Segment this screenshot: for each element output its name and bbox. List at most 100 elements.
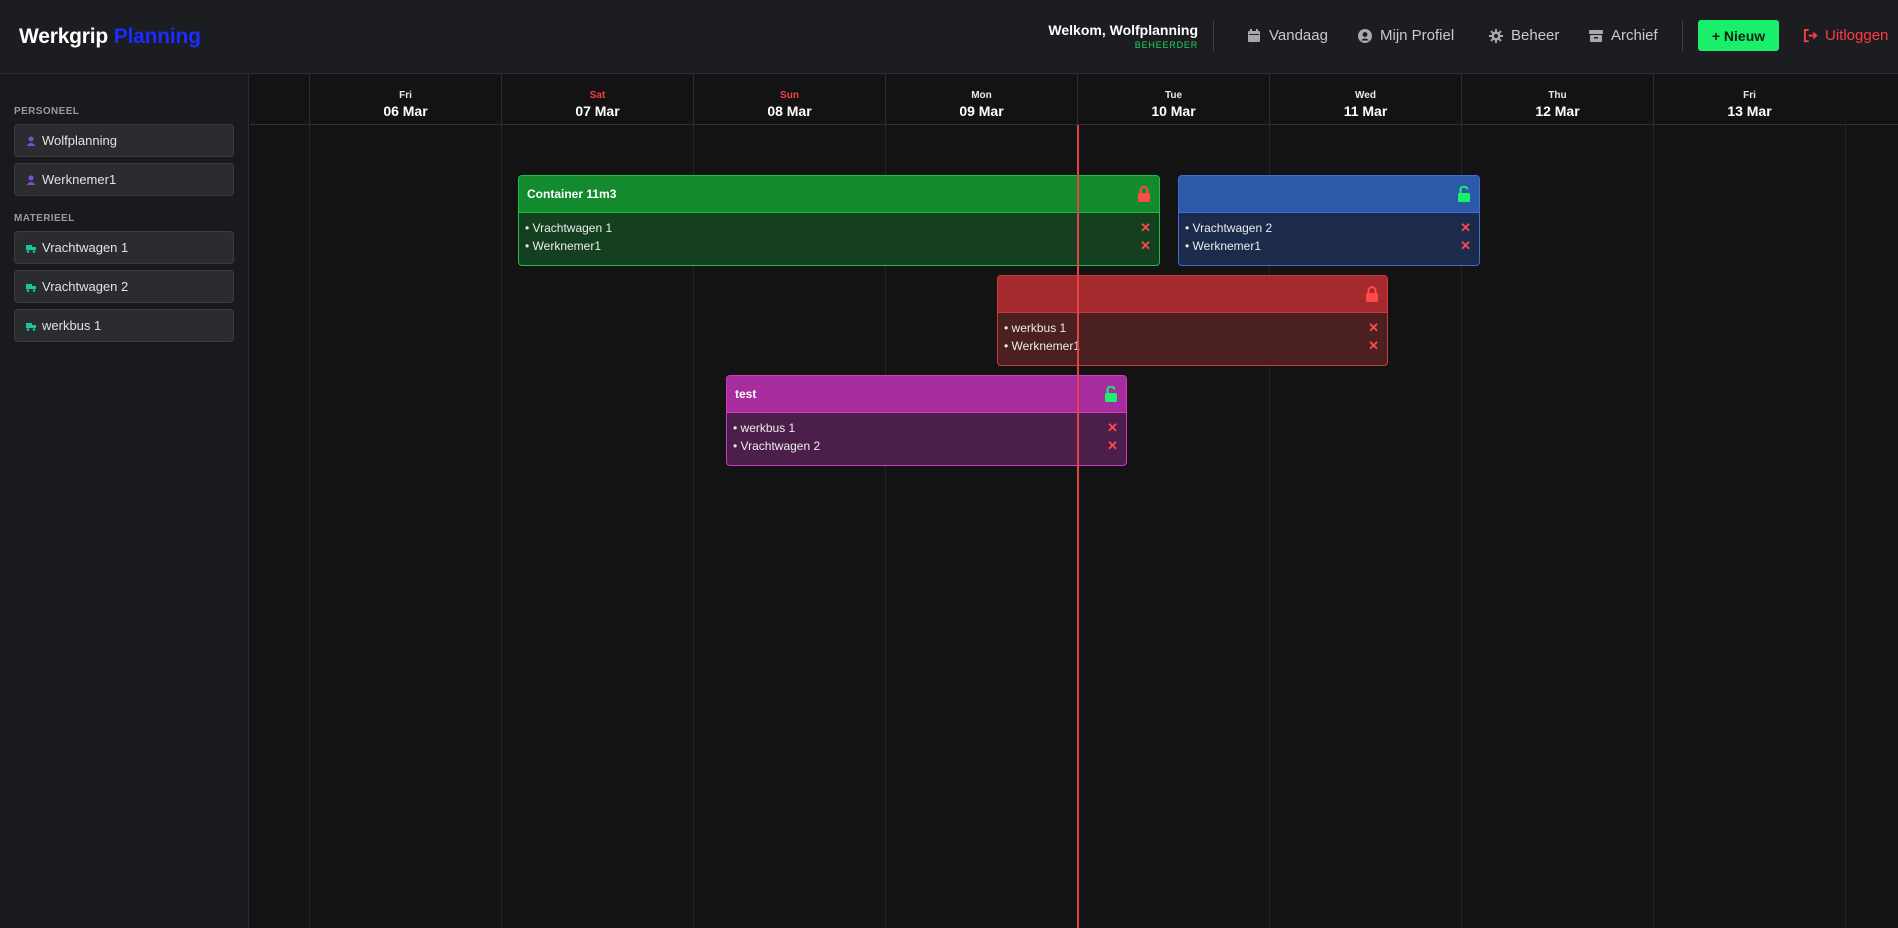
- sidebar-item-label: werkbus 1: [42, 318, 102, 333]
- personnel-title: PERSONEEL: [14, 106, 80, 117]
- sidebar-item-label: Werknemer1: [42, 172, 117, 187]
- event-card[interactable]: Container 11m3 • Vrachtwagen 1 ✕ • Werkn…: [518, 175, 1160, 266]
- event-item-label: • Werknemer1: [1004, 339, 1081, 353]
- sidebar-item-werknemer1[interactable]: Werknemer1: [14, 163, 234, 196]
- event-header[interactable]: test: [727, 376, 1126, 413]
- header-divider: [1682, 20, 1683, 52]
- event-item-label: • Vrachtwagen 2: [733, 439, 821, 453]
- nav-today-label: Vandaag: [1269, 27, 1328, 44]
- header-divider-line: [250, 124, 1898, 125]
- nav-today[interactable]: Vandaag: [1247, 27, 1328, 44]
- day-name: Sat: [589, 90, 606, 101]
- logout-button[interactable]: Uitloggen: [1803, 27, 1888, 44]
- sidebar-item-vrachtwagen-2[interactable]: Vrachtwagen 2: [14, 270, 234, 303]
- event-body: • werkbus 1 ✕ • Werknemer1 ✕: [998, 313, 1387, 355]
- day-column-line: [309, 125, 310, 928]
- remove-icon[interactable]: ✕: [1140, 238, 1151, 254]
- nav-profile[interactable]: Mijn Profiel: [1358, 27, 1454, 44]
- role-badge: BEHEERDER: [1134, 40, 1198, 50]
- event-item: • werkbus 1 ✕: [727, 419, 1126, 437]
- event-item: • Werknemer1 ✕: [519, 237, 1159, 255]
- lock-icon[interactable]: [1137, 186, 1151, 202]
- event-item: • Vrachtwagen 1 ✕: [519, 219, 1159, 237]
- day-date: 07 Mar: [575, 103, 620, 119]
- event-item-label: • Werknemer1: [1185, 239, 1262, 253]
- day-date: 11 Mar: [1343, 103, 1388, 119]
- event-card[interactable]: test • werkbus 1 ✕ • Vrachtwagen 2 ✕: [726, 375, 1127, 466]
- material-title: MATERIEEL: [14, 213, 75, 224]
- remove-icon[interactable]: ✕: [1368, 320, 1379, 336]
- remove-icon[interactable]: ✕: [1368, 338, 1379, 354]
- resource-sidebar: PERSONEEL Wolfplanning Werknemer1 MATERI…: [0, 74, 249, 928]
- nav-profile-label: Mijn Profiel: [1380, 27, 1455, 44]
- brand-main: Werkgrip: [19, 25, 109, 48]
- event-header[interactable]: Container 11m3: [519, 176, 1159, 213]
- event-header[interactable]: [1179, 176, 1479, 213]
- remove-icon[interactable]: ✕: [1460, 220, 1471, 236]
- day-header[interactable]: Sat 07 Mar: [501, 74, 693, 125]
- gear-icon: [1489, 28, 1503, 43]
- sidebar-item-wolfplanning[interactable]: Wolfplanning: [14, 124, 234, 157]
- event-item-label: • Vrachtwagen 2: [1185, 221, 1273, 235]
- remove-icon[interactable]: ✕: [1107, 438, 1118, 454]
- nav-admin[interactable]: Beheer: [1489, 27, 1559, 44]
- nav-archive-label: Archief: [1611, 27, 1658, 44]
- sidebar-item-label: Vrachtwagen 2: [42, 279, 129, 294]
- remove-icon[interactable]: ✕: [1140, 220, 1151, 236]
- welcome-block: Welkom, Wolfplanning BEHEERDER: [1048, 22, 1198, 50]
- day-header[interactable]: Fri 13 Mar: [1653, 74, 1845, 125]
- day-header[interactable]: Wed 11 Mar: [1269, 74, 1461, 125]
- user-icon: [26, 175, 36, 185]
- day-date: 10 Mar: [1151, 103, 1196, 119]
- unlock-icon[interactable]: [1457, 186, 1471, 202]
- day-column-line: [1845, 125, 1846, 928]
- brand-logo[interactable]: Werkgrip Planning: [19, 25, 201, 49]
- event-card[interactable]: • Vrachtwagen 2 ✕ • Werknemer1 ✕: [1178, 175, 1480, 266]
- day-column-line: [501, 125, 502, 928]
- nav-archive[interactable]: Archief: [1589, 27, 1658, 44]
- event-item: • Werknemer1 ✕: [998, 337, 1387, 355]
- event-item-label: • werkbus 1: [733, 421, 796, 435]
- day-header[interactable]: Tue 10 Mar: [1077, 74, 1269, 125]
- user-circle-icon: [1358, 28, 1372, 43]
- event-item-label: • werkbus 1: [1004, 321, 1067, 335]
- event-body: • werkbus 1 ✕ • Vrachtwagen 2 ✕: [727, 413, 1126, 455]
- day-header[interactable]: Sun 08 Mar: [693, 74, 885, 125]
- event-body: • Vrachtwagen 1 ✕ • Werknemer1 ✕: [519, 213, 1159, 255]
- event-title: Container 11m3: [527, 187, 617, 201]
- truck-icon: [26, 283, 36, 292]
- event-item: • Vrachtwagen 2 ✕: [1179, 219, 1479, 237]
- archive-icon: [1589, 29, 1603, 42]
- truck-icon: [26, 322, 36, 331]
- event-item-label: • Vrachtwagen 1: [525, 221, 613, 235]
- remove-icon[interactable]: ✕: [1107, 420, 1118, 436]
- calendar-icon: [1248, 28, 1260, 42]
- day-name: Wed: [1355, 90, 1376, 101]
- lock-icon[interactable]: [1365, 286, 1379, 302]
- header-divider: [1213, 20, 1214, 52]
- day-header[interactable]: Thu 12 Mar: [1461, 74, 1653, 125]
- sidebar-item-vrachtwagen-1[interactable]: Vrachtwagen 1: [14, 231, 234, 264]
- user-icon: [26, 136, 36, 146]
- day-header[interactable]: Fri 06 Mar: [309, 74, 501, 125]
- sidebar-item-werkbus-1[interactable]: werkbus 1: [14, 309, 234, 342]
- day-name: Fri: [1743, 90, 1756, 101]
- welcome-text: Welkom, Wolfplanning: [1048, 22, 1198, 38]
- new-button[interactable]: + Nieuw: [1698, 20, 1779, 51]
- day-name: Mon: [971, 90, 992, 101]
- logout-label: Uitloggen: [1825, 27, 1889, 44]
- nav-admin-label: Beheer: [1511, 27, 1560, 44]
- sidebar-item-label: Vrachtwagen 1: [42, 240, 129, 255]
- sidebar-item-label: Wolfplanning: [42, 133, 117, 148]
- day-name: Thu: [1548, 90, 1567, 101]
- top-header: Werkgrip Planning Welkom, Wolfplanning B…: [0, 0, 1898, 74]
- remove-icon[interactable]: ✕: [1460, 238, 1471, 254]
- day-name: Sun: [780, 90, 799, 101]
- event-card[interactable]: • werkbus 1 ✕ • Werknemer1 ✕: [997, 275, 1388, 366]
- day-date: 12 Mar: [1535, 103, 1580, 119]
- event-header[interactable]: [998, 276, 1387, 313]
- day-header[interactable]: Mon 09 Mar: [885, 74, 1077, 125]
- unlock-icon[interactable]: [1104, 386, 1118, 402]
- event-item: • werkbus 1 ✕: [998, 319, 1387, 337]
- day-column-line: [1653, 125, 1654, 928]
